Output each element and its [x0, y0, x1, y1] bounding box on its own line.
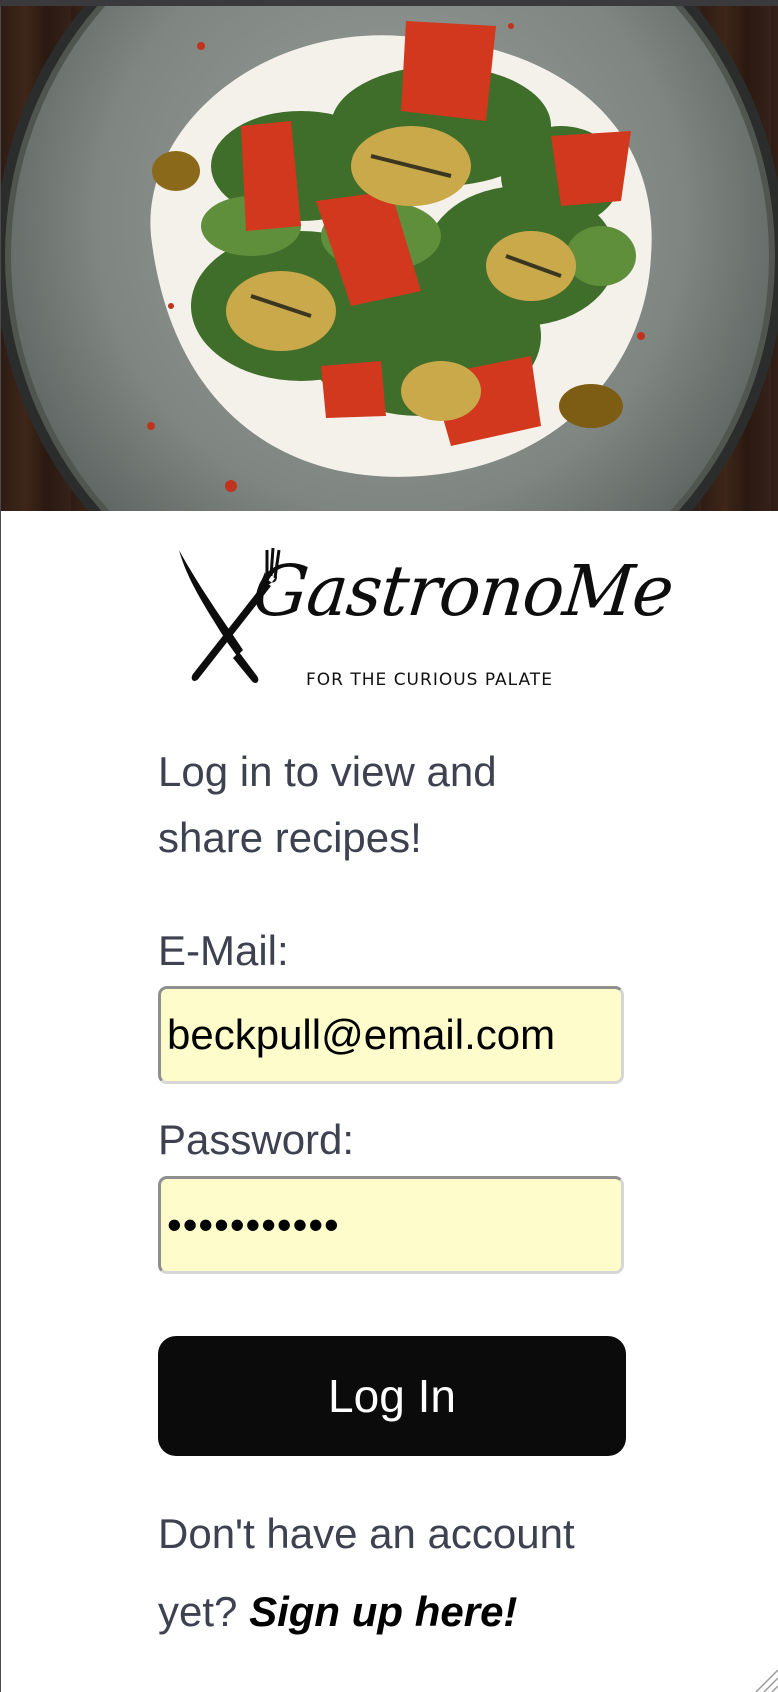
password-label: Password: [158, 1116, 355, 1163]
email-field[interactable] [158, 986, 624, 1084]
password-field[interactable] [158, 1176, 624, 1274]
signup-link[interactable]: Sign up here! [249, 1588, 517, 1635]
salad-plate-photo-icon [1, 6, 778, 511]
login-page: GastronoMe FOR THE CURIOUS PALATE Log in… [0, 6, 778, 1692]
brand-tagline: FOR THE CURIOUS PALATE [306, 670, 553, 690]
login-button[interactable]: Log In [158, 1336, 626, 1456]
brand-name: GastronoMe [249, 550, 677, 632]
intro-text: Log in to view and share recipes! [158, 748, 497, 861]
hero-image [1, 6, 778, 511]
resize-grip-icon[interactable] [752, 1666, 778, 1692]
email-label: E-Mail: [158, 927, 289, 974]
brand-logo: GastronoMe FOR THE CURIOUS PALATE [173, 546, 677, 696]
signup-text: Don't have an account yet? Sign up here! [158, 1495, 638, 1651]
